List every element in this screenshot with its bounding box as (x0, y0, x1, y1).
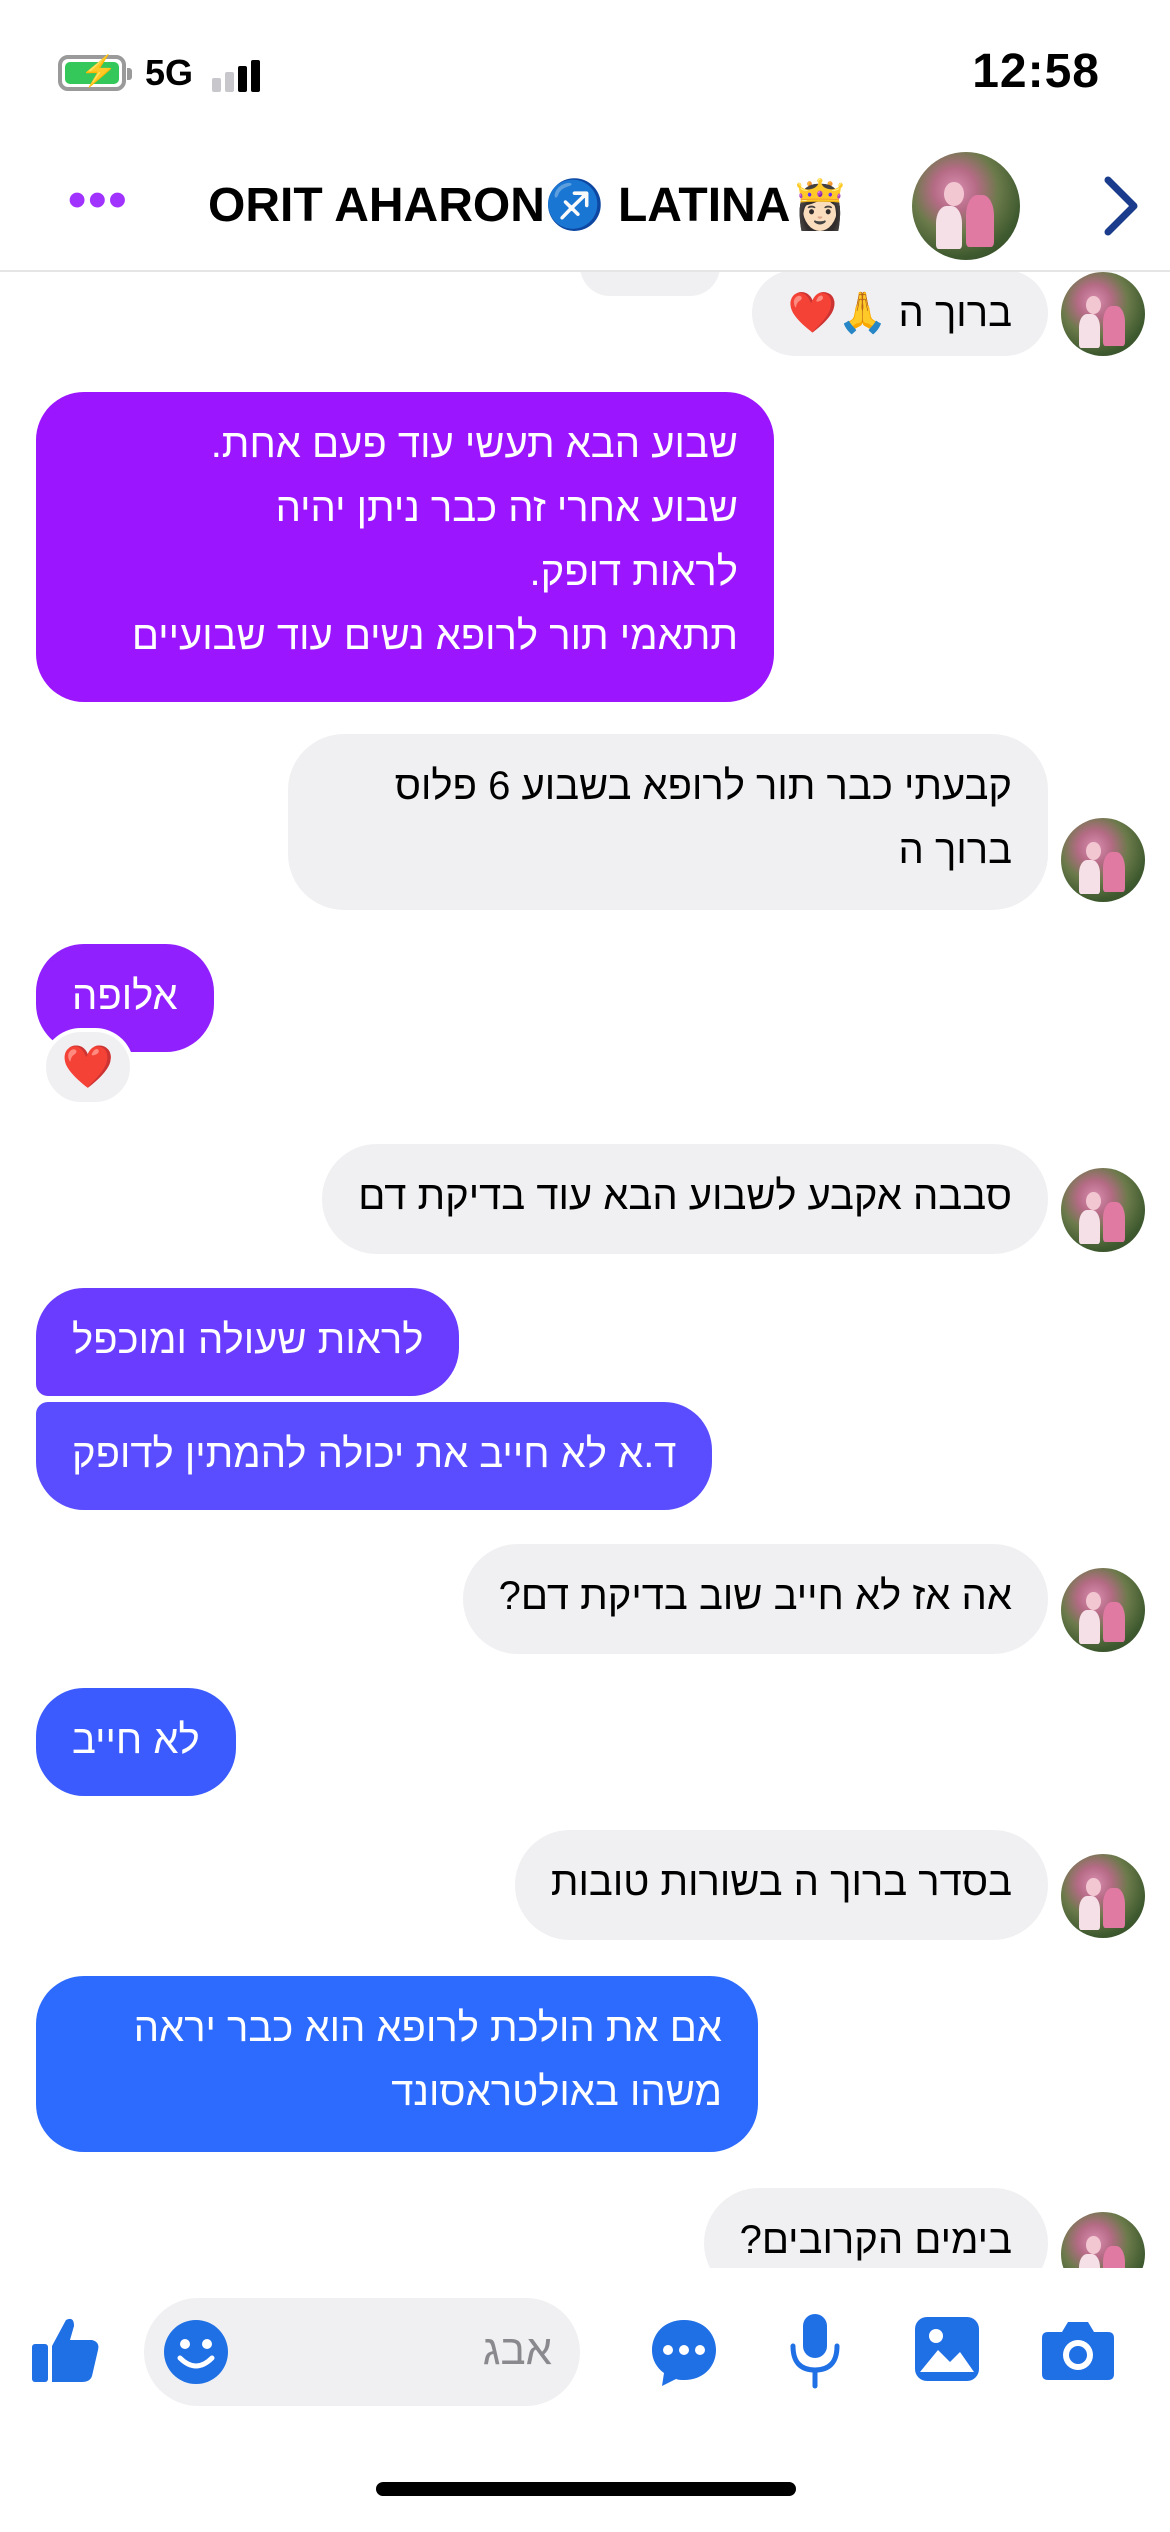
message-line: ברוך ה (898, 828, 1012, 872)
sender-avatar[interactable] (1061, 1854, 1145, 1938)
camera-icon[interactable] (1040, 2318, 1116, 2382)
message-text: בימים הקרובים? (739, 2218, 1012, 2262)
network-label: 5G (145, 52, 194, 93)
message-text: ברוך ה 🙏❤️ (787, 291, 1012, 335)
message-text: אלופה (72, 974, 178, 1018)
message-incoming[interactable]: קבעתי כבר תור לרופא בשבוע 6 פלוס ברוך ה (288, 734, 1048, 910)
sender-avatar[interactable] (1061, 1568, 1145, 1652)
message-outgoing[interactable]: שבוע הבא תעשי עוד פעם אחת. שבוע אחרי זה … (36, 392, 774, 702)
message-list[interactable]: ברוך ה 🙏❤️ שבוע הבא תעשי עוד פעם אחת. שב… (0, 272, 1170, 2268)
message-incoming[interactable]: סבבה אקבע לשבוע הבא עוד בדיקת דם (322, 1144, 1048, 1254)
sender-avatar[interactable] (1061, 2212, 1145, 2268)
message-text: אה אז לא חייב שוב בדיקת דם? (498, 1574, 1012, 1618)
status-bar: ⚡ 5G 12:58 (0, 0, 1170, 140)
message-incoming[interactable]: בסדר ברוך ה בשורות טובות (514, 1830, 1048, 1940)
reaction-heart[interactable]: ❤️ (42, 1028, 134, 1106)
message-outgoing[interactable]: ד.א לא חייב את יכולה להמתין לדופק (36, 1402, 713, 1510)
message-input[interactable]: אבג (144, 2298, 580, 2406)
message-text: ד.א לא חייב את יכולה להמתין לדופק (72, 1432, 677, 1476)
microphone-icon[interactable] (786, 2310, 844, 2392)
message-text: לראות שעולה ומוכפל (72, 1318, 424, 1362)
input-placeholder: אבג (482, 2326, 552, 2373)
sender-avatar[interactable] (1061, 1168, 1145, 1252)
clock: 12:58 (972, 45, 1100, 98)
contact-name[interactable]: ORIT AHARON♐ LATINA👸🏻 (208, 176, 850, 233)
message-line: אם את הולכת לרופא הוא כבר יראה (133, 2006, 722, 2050)
message-text: בסדר ברוך ה בשורות טובות (550, 1860, 1012, 1904)
like-icon[interactable] (28, 2312, 102, 2386)
gallery-icon[interactable] (912, 2314, 982, 2384)
message-incoming[interactable]: בימים הקרובים? (703, 2188, 1048, 2268)
composer-bar: אבג (0, 2268, 1170, 2438)
message-line: משהו באולטראסונד (391, 2070, 722, 2114)
signal-icon (212, 58, 264, 92)
message-line: שבוע הבא תעשי עוד פעם אחת. (210, 422, 738, 466)
message-outgoing[interactable]: לראות שעולה ומוכפל (36, 1288, 460, 1396)
message-line: לראות דופק. (529, 550, 738, 594)
battery-charging-icon: ⚡ (58, 55, 132, 91)
message-line: תתאמי תור לרופא נשים עוד שבועיים (131, 614, 738, 658)
more-actions-icon[interactable] (648, 2316, 720, 2388)
chat-header: ••• ORIT AHARON♐ LATINA👸🏻 (0, 140, 1170, 272)
home-indicator[interactable] (376, 2482, 796, 2496)
sender-avatar[interactable] (1061, 272, 1145, 356)
contact-avatar[interactable] (912, 152, 1020, 260)
message-text: סבבה אקבע לשבוע הבא עוד בדיקת דם (358, 1174, 1012, 1218)
message-incoming[interactable]: ברוך ה 🙏❤️ (751, 272, 1048, 356)
message-text: לא חייב (72, 1718, 200, 1762)
more-icon[interactable]: ••• (68, 174, 129, 226)
emoji-icon[interactable] (162, 2318, 230, 2386)
sender-avatar[interactable] (1061, 818, 1145, 902)
chevron-right-icon[interactable] (1100, 174, 1140, 238)
message-incoming[interactable]: אה אז לא חייב שוב בדיקת דם? (462, 1544, 1048, 1654)
message-line: שבוע אחרי זה כבר ניתן יהיה (275, 486, 738, 530)
message-outgoing[interactable]: לא חייב (36, 1688, 236, 1796)
message-line: קבעתי כבר תור לרופא בשבוע 6 פלוס (394, 764, 1012, 808)
message-outgoing[interactable]: אם את הולכת לרופא הוא כבר יראה משהו באול… (36, 1976, 758, 2152)
